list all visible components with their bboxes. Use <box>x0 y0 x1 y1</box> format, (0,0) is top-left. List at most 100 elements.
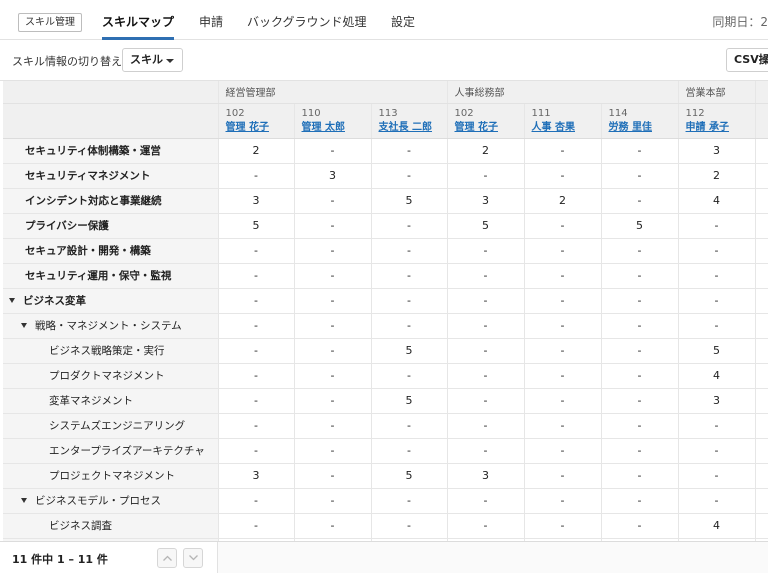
skill-level-cell: - <box>371 363 448 389</box>
corner-cell <box>3 103 219 139</box>
skill-row: ビジネス調査 - - - - - -4 <box>3 513 768 539</box>
member-link[interactable]: 申請 承子 <box>686 121 729 135</box>
row-filler <box>755 188 768 214</box>
row-filler <box>755 488 768 514</box>
header-filler <box>755 103 768 139</box>
member-header: 110 管理 太郎 <box>294 103 372 139</box>
member-link[interactable]: 人事 杏果 <box>532 121 575 135</box>
skill-level-cell: 4 <box>678 513 756 539</box>
top-nav: スキル管理 スキルマップ 申請 バックグラウンド処理 設定 同期日：2 <box>0 0 768 40</box>
csv-button[interactable]: CSV操作 <box>726 48 768 72</box>
member-header: 102 管理 花子 <box>218 103 295 139</box>
skill-level-cell: 2 <box>524 188 602 214</box>
skill-level-cell: 4 <box>678 188 756 214</box>
member-link[interactable]: 管理 太郎 <box>302 121 345 135</box>
skill-level-cell: - <box>524 388 602 414</box>
skill-level-cell: - <box>371 163 448 189</box>
skill-level-cell: - <box>601 238 679 264</box>
skill-level-cell: 2 <box>678 163 756 189</box>
skill-level-cell: - <box>294 488 372 514</box>
row-filler <box>755 338 768 364</box>
next-page-button[interactable] <box>183 548 203 568</box>
skill-level-cell: - <box>678 413 756 439</box>
row-filler <box>755 463 768 489</box>
department-header: 営業本部 <box>678 81 756 104</box>
row-filler <box>755 138 768 164</box>
skill-label: システムズエンジニアリング <box>3 413 219 439</box>
skill-label-text: ビジネス戦略策定・実行 <box>49 345 165 357</box>
prev-page-button[interactable] <box>157 548 177 568</box>
table-footer: 11 件中 1 – 11 件 <box>0 541 768 573</box>
member-id: 114 <box>608 107 628 119</box>
skill-label[interactable]: 戦略・マネジメント・システム <box>3 313 219 339</box>
department-header-row: 経営管理部 人事総務部 営業本部 <box>3 81 768 104</box>
tab-applications[interactable]: 申請 <box>199 0 223 40</box>
skill-level-cell: - <box>371 238 448 264</box>
skill-level-cell: - <box>371 213 448 239</box>
member-link[interactable]: 管理 花子 <box>455 121 498 135</box>
app-badge[interactable]: スキル管理 <box>18 13 82 32</box>
skill-level-cell: - <box>601 188 679 214</box>
skill-level-cell: - <box>447 313 525 339</box>
expand-caret-icon[interactable] <box>9 298 15 303</box>
skill-label-text: セキュリティ運用・保守・監視 <box>25 270 172 282</box>
expand-caret-icon[interactable] <box>21 323 27 328</box>
skill-level-cell: - <box>524 313 602 339</box>
sync-date: 同期日：2 <box>712 15 768 29</box>
row-filler <box>755 363 768 389</box>
row-filler <box>755 438 768 464</box>
skill-level-cell: - <box>294 513 372 539</box>
expand-caret-icon[interactable] <box>21 498 27 503</box>
tab-background-jobs[interactable]: バックグラウンド処理 <box>247 0 367 40</box>
skill-label: プロダクトマネジメント <box>3 363 219 389</box>
skill-level-cell: 3 <box>218 463 295 489</box>
record-count: 11 件中 1 – 11 件 <box>12 553 108 566</box>
skill-level-cell: - <box>601 488 679 514</box>
skill-level-cell: - <box>447 513 525 539</box>
member-link[interactable]: 支社長 二郎 <box>379 121 432 135</box>
skill-level-cell: - <box>218 238 295 264</box>
skill-label[interactable]: ビジネス変革 <box>3 288 219 314</box>
skill-label-text: セキュア設計・開発・構築 <box>25 245 151 257</box>
skill-level-cell: - <box>524 338 602 364</box>
skill-level-cell: - <box>218 163 295 189</box>
skill-row: プライバシー保護 5- -5-5- <box>3 213 768 239</box>
member-header: 102 管理 花子 <box>447 103 525 139</box>
skill-level-cell: - <box>371 513 448 539</box>
tab-skill-map[interactable]: スキルマップ <box>102 0 175 40</box>
skill-level-cell: - <box>294 438 372 464</box>
skill-label[interactable]: ビジネスモデル・プロセス <box>3 488 219 514</box>
skill-row: プロダクトマネジメント - - - - - -4 <box>3 363 768 389</box>
row-filler <box>755 313 768 339</box>
skill-level-cell: 5 <box>371 338 448 364</box>
skill-label-text: プロジェクトマネジメント <box>49 470 175 482</box>
row-filler <box>755 413 768 439</box>
member-id: 113 <box>378 107 398 119</box>
skill-level-cell: 5 <box>371 463 448 489</box>
skill-level-cell: - <box>524 438 602 464</box>
skill-level-cell: - <box>447 438 525 464</box>
header-filler <box>755 81 768 104</box>
skill-level-cell: 3 <box>678 138 756 164</box>
skill-label-text: セキュリティ体制構築・運営 <box>25 145 161 157</box>
skill-level-cell: - <box>218 438 295 464</box>
skill-level-cell: - <box>524 413 602 439</box>
skill-level-cell: 5 <box>218 213 295 239</box>
skill-level-cell: - <box>218 363 295 389</box>
row-filler <box>755 513 768 539</box>
skill-level-cell: - <box>294 263 372 289</box>
skill-level-cell: - <box>218 413 295 439</box>
member-header: 111 人事 杏果 <box>524 103 602 139</box>
row-filler <box>755 288 768 314</box>
skill-level-cell: - <box>294 388 372 414</box>
member-link[interactable]: 労務 里佳 <box>609 121 652 135</box>
skill-level-cell: 5 <box>371 188 448 214</box>
skill-level-cell: - <box>447 288 525 314</box>
skill-level-cell: - <box>601 463 679 489</box>
member-link[interactable]: 管理 花子 <box>226 121 269 135</box>
skill-row: セキュリティマネジメント -3- - - -2 <box>3 163 768 189</box>
tab-settings[interactable]: 設定 <box>391 0 415 40</box>
skill-info-select[interactable]: スキル <box>122 48 183 72</box>
member-header: 113 支社長 二郎 <box>371 103 448 139</box>
row-filler <box>755 238 768 264</box>
